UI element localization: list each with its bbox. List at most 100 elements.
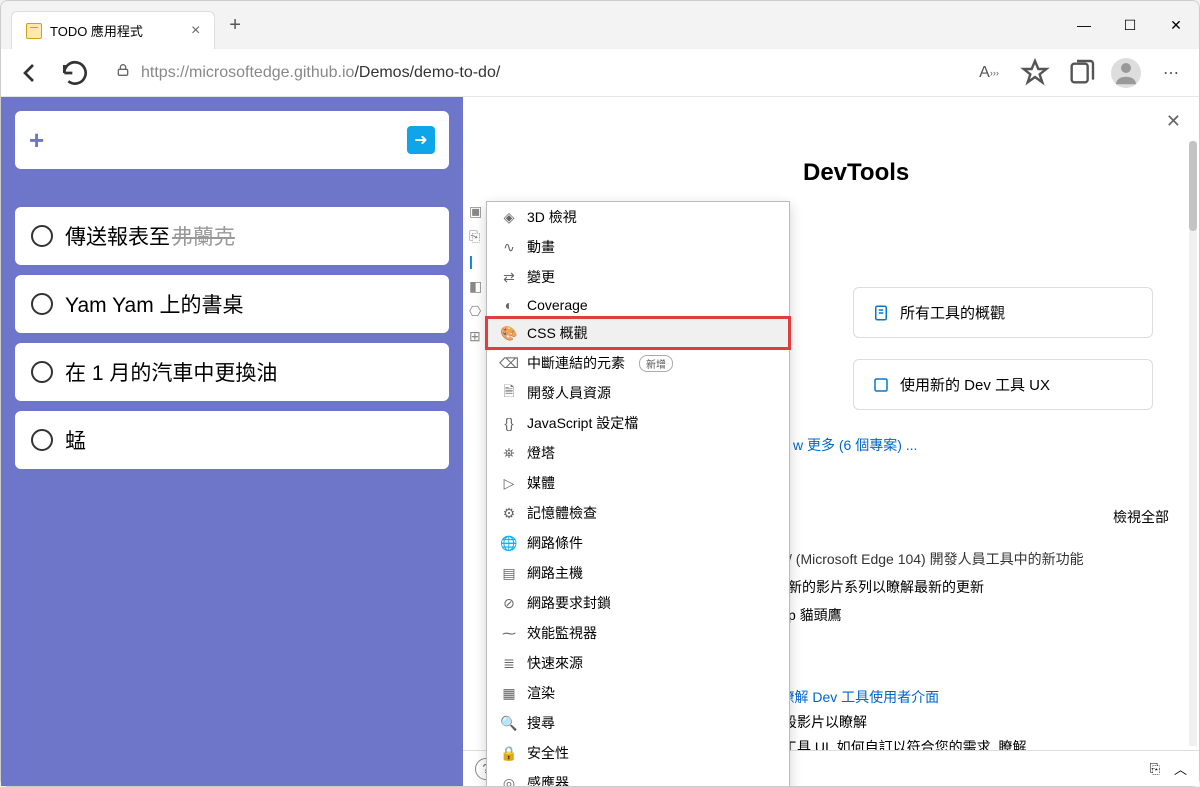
todo-item[interactable]: Yam Yam 上的書桌	[15, 275, 449, 333]
todo-checkbox-icon[interactable]	[31, 429, 53, 451]
console-icon: ▤	[501, 565, 517, 581]
titlebar: TODO 應用程式 × + — ☐ ✕	[1, 1, 1199, 49]
collections-button[interactable]	[1065, 57, 1097, 89]
add-task-row[interactable]: + ➜	[15, 111, 449, 169]
block-icon: ⊘	[501, 595, 517, 611]
url-box[interactable]: https://microsoftedge.github.io/Demos/de…	[105, 56, 959, 89]
todo-text: 傳送報表至 弗蘭克	[65, 221, 235, 251]
memory-icon: ⚙	[501, 505, 517, 521]
menu-item-javascript-設定檔[interactable]: {} JavaScript 設定檔	[487, 408, 789, 438]
todo-text: 在 1 月的汽車中更換油	[65, 357, 277, 387]
menu-item-label: 記憶體檢查	[527, 503, 597, 523]
menu-item-搜尋[interactable]: 🔍搜尋	[487, 708, 789, 738]
tab-close-button[interactable]: ×	[191, 22, 200, 40]
palette-icon: 🎨	[501, 325, 517, 341]
new-tab-button[interactable]: +	[229, 14, 241, 37]
chevron-up-icon[interactable]: ︿	[1174, 759, 1187, 778]
devtools-news: / (Microsoft Edge 104) 開發人員工具中的新功能 新的影片系…	[788, 545, 1084, 629]
menu-item-安全性[interactable]: 🔒安全性	[487, 738, 789, 768]
favorite-button[interactable]	[1019, 57, 1051, 89]
menu-item-label: 媒體	[527, 473, 555, 493]
js-icon: {}	[501, 415, 517, 431]
menu-item-動畫[interactable]: ∿動畫	[487, 232, 789, 262]
menu-item-label: 3D 檢視	[527, 207, 577, 227]
menu-item-label: JavaScript 設定檔	[527, 413, 638, 433]
scrollbar[interactable]	[1189, 141, 1197, 746]
lock-icon: 🔒	[501, 745, 517, 761]
show-more-link[interactable]: w 更多 (6 個專案) ...	[793, 435, 917, 455]
menu-item-coverage[interactable]: ◐ Coverage	[487, 292, 789, 318]
document-icon	[872, 304, 890, 322]
refresh-button[interactable]	[59, 57, 91, 89]
todo-text: 蜢	[65, 425, 86, 455]
menu-item-網路主機[interactable]: ▤網路主機	[487, 558, 789, 588]
todo-item[interactable]: 蜢	[15, 411, 449, 469]
more-menu-button[interactable]: ⋯	[1155, 57, 1187, 89]
menu-item-感應器[interactable]: ◎ 感應器	[487, 768, 789, 786]
read-aloud-icon[interactable]: A›››	[973, 57, 1005, 89]
toolbar-icon[interactable]: ▣	[469, 203, 485, 219]
close-window-button[interactable]: ✕	[1153, 1, 1199, 49]
devtools-card-overview[interactable]: 所有工具的概觀	[853, 287, 1153, 338]
menu-item-效能監視器[interactable]: ⁓效能監視器	[487, 618, 789, 648]
page-content: + ➜ 傳送報表至 弗蘭克 Yam Yam 上的書桌 在 1 月的汽車中更換油 …	[1, 97, 1199, 786]
toolbar-icon[interactable]: ⎔	[469, 303, 485, 319]
card-label: 所有工具的概觀	[900, 302, 1005, 323]
devtools-card-newux[interactable]: 使用新的 Dev 工具 UX	[853, 359, 1153, 410]
menu-item-記憶體檢查[interactable]: ⚙ 記憶體檢查	[487, 498, 789, 528]
play-icon: ▷	[501, 475, 517, 491]
sensor-icon: ◎	[501, 775, 517, 786]
menu-item-網路要求封鎖[interactable]: ⊘ 網路要求封鎖	[487, 588, 789, 618]
dock-icon[interactable]: ⎘	[1150, 761, 1160, 777]
profile-button[interactable]	[1111, 58, 1141, 88]
submit-task-button[interactable]: ➜	[407, 126, 435, 154]
lighthouse-icon: ⛯	[501, 445, 517, 461]
menu-item-網路條件[interactable]: 🌐網路條件	[487, 528, 789, 558]
new-badge: 新增	[639, 355, 673, 372]
toolbar-icon[interactable]: ⎘	[469, 228, 485, 244]
more-tools-menu: ◈3D 檢視∿動畫⇄變更 ◐ Coverage 🎨CSS 概觀 ⌫ 中斷連結的元素新增 🗎開…	[486, 201, 790, 786]
card-label: 使用新的 Dev 工具 UX	[900, 374, 1050, 395]
menu-item-label: 變更	[527, 267, 555, 287]
devtools-close-button[interactable]: ✕	[1166, 111, 1181, 132]
toolbar-icon[interactable]: ⊞	[469, 328, 485, 344]
menu-item-開發人員資源[interactable]: 🗎開發人員資源	[487, 378, 789, 408]
menu-item-label: 動畫	[527, 237, 555, 257]
news-item[interactable]: 新的影片系列以瞭解最新的更新	[788, 573, 1084, 601]
menu-item-label: 網路要求封鎖	[527, 593, 611, 613]
search-icon: 🔍	[501, 715, 517, 731]
browser-window: TODO 應用程式 × + — ☐ ✕ https://microsoftedg…	[0, 0, 1200, 787]
back-button[interactable]	[13, 57, 45, 89]
menu-item-label: 燈塔	[527, 443, 555, 463]
toolbar-icon[interactable]: |	[469, 253, 485, 269]
menu-item-3d-檢視[interactable]: ◈3D 檢視	[487, 202, 789, 232]
menu-item-label: 感應器	[527, 773, 569, 786]
maximize-button[interactable]: ☐	[1107, 1, 1153, 49]
menu-item-中斷連結的元素[interactable]: ⌫ 中斷連結的元素新增	[487, 348, 789, 378]
tab-title: TODO 應用程式	[50, 21, 143, 40]
gauge-icon: ◐	[501, 297, 517, 313]
menu-item-label: 中斷連結的元素	[527, 353, 625, 373]
todo-checkbox-icon[interactable]	[31, 225, 53, 247]
todo-checkbox-icon[interactable]	[31, 293, 53, 315]
toolbar-icon[interactable]: ◧	[469, 278, 485, 294]
menu-item-媒體[interactable]: ▷ 媒體	[487, 468, 789, 498]
menu-item-變更[interactable]: ⇄變更	[487, 262, 789, 292]
view-all-link[interactable]: 檢視全部	[1113, 507, 1169, 527]
todo-item[interactable]: 傳送報表至 弗蘭克	[15, 207, 449, 265]
menu-item-label: 效能監視器	[527, 623, 597, 643]
plus-icon: +	[29, 125, 44, 156]
news-item[interactable]: p 貓頭鷹	[788, 601, 1084, 629]
scrollbar-thumb[interactable]	[1189, 141, 1197, 231]
browser-tab[interactable]: TODO 應用程式 ×	[11, 11, 215, 49]
menu-item-渲染[interactable]: ▦渲染	[487, 678, 789, 708]
todo-checkbox-icon[interactable]	[31, 361, 53, 383]
todo-item[interactable]: 在 1 月的汽車中更換油	[15, 343, 449, 401]
menu-item-css-概觀[interactable]: 🎨CSS 概觀	[487, 318, 789, 348]
menu-item-燈塔[interactable]: ⛯ 燈塔	[487, 438, 789, 468]
menu-item-快速來源[interactable]: ≣快速來源	[487, 648, 789, 678]
menu-item-label: Coverage	[527, 297, 588, 313]
unlink-icon: ⌫	[501, 355, 517, 371]
news-item[interactable]: / (Microsoft Edge 104) 開發人員工具中的新功能	[788, 545, 1084, 573]
minimize-button[interactable]: —	[1061, 1, 1107, 49]
